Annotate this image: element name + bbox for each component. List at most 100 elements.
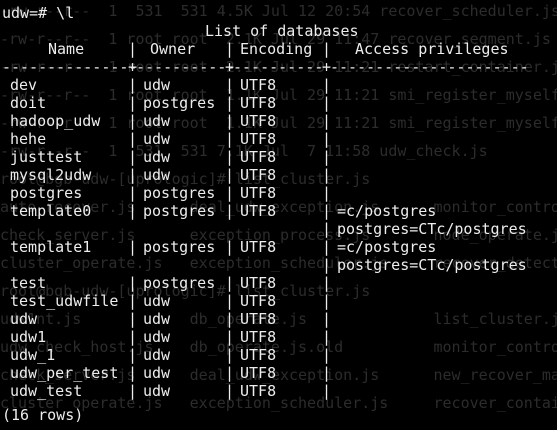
column-separator: | [225, 166, 235, 184]
column-separator: | [322, 130, 332, 148]
header-encoding: Encoding [240, 40, 313, 58]
column-separator: | [322, 94, 332, 112]
column-separator: | [128, 76, 138, 94]
header-owner: Owner [150, 40, 196, 58]
cell-name: doit [10, 94, 47, 112]
terminal-window[interactable]: -rw-r--r-- 1 531 531 4.5K Jul 12 20:54 r… [0, 0, 557, 430]
cell-owner: udw [143, 148, 171, 166]
cell-owner: udw [143, 364, 171, 382]
cell-owner: postgres [143, 274, 216, 292]
header-row: Name | Owner | Encoding | Access privile… [0, 40, 509, 58]
cell-name: udw_1 [10, 346, 56, 364]
cell-encoding: UTF8 [240, 202, 277, 220]
rule-encoding: ---------- [233, 58, 324, 76]
rule-name: --------------- [2, 58, 138, 76]
column-separator: | [128, 148, 138, 166]
cell-owner: postgres [143, 94, 216, 112]
column-separator: | [322, 382, 332, 400]
cell-owner: udw [143, 292, 171, 310]
cell-owner: postgres [143, 238, 216, 256]
cell-name: justtest [10, 148, 83, 166]
cell-encoding: UTF8 [240, 328, 277, 346]
cell-encoding: UTF8 [240, 112, 277, 130]
column-separator: | [225, 238, 235, 256]
column-separator: | [322, 346, 332, 364]
command-line[interactable]: udw=# \l [0, 4, 74, 22]
cell-owner: postgres [143, 184, 216, 202]
cell-owner: udw [143, 112, 171, 130]
cell-name: template0 [10, 202, 92, 220]
cell-name: test [10, 274, 47, 292]
column-separator: | [225, 346, 235, 364]
cell-name: udw_per_test [10, 364, 119, 382]
column-separator: | [128, 130, 138, 148]
column-separator: | [225, 382, 235, 400]
prompt: udw=# \l [2, 4, 75, 22]
cell-name: hadoop_udw [10, 112, 101, 130]
column-separator: | [322, 76, 332, 94]
cell-encoding: UTF8 [240, 310, 277, 328]
column-separator: | [225, 364, 235, 382]
cell-owner: udw [143, 166, 171, 184]
column-separator: | [225, 184, 235, 202]
cell-name: dev [10, 76, 38, 94]
column-separator: | [322, 310, 332, 328]
cell-owner: postgres [143, 202, 216, 220]
cell-owner: udw [143, 382, 171, 400]
column-separator: | [128, 328, 138, 346]
cell-access: postgres=CTc/postgres [337, 220, 527, 238]
column-separator: | [128, 184, 138, 202]
header-access: Access privileges [355, 40, 509, 58]
cell-owner: udw [143, 130, 171, 148]
cell-encoding: UTF8 [240, 148, 277, 166]
cell-access: postgres=CTc/postgres [337, 256, 527, 274]
cell-name: udw1 [10, 328, 47, 346]
cell-name: template1 [10, 238, 92, 256]
column-separator: | [128, 274, 138, 292]
cell-owner: udw [143, 346, 171, 364]
column-separator: | [225, 40, 235, 58]
column-separator: | [225, 130, 235, 148]
table-title: List of databases [205, 22, 359, 40]
cell-encoding: UTF8 [240, 94, 277, 112]
cell-name: udw_test [10, 382, 83, 400]
column-separator: | [225, 274, 235, 292]
column-separator: | [322, 364, 332, 382]
column-separator: | [128, 112, 138, 130]
cell-access: =c/postgres [337, 238, 437, 256]
cell-name: hehe [10, 130, 47, 148]
rule-owner: ----------- [136, 58, 236, 76]
column-separator: | [322, 184, 332, 202]
row-count: (16 rows) [2, 406, 84, 424]
column-separator: | [322, 202, 332, 220]
column-separator: | [225, 310, 235, 328]
cell-name: mysql2udw [10, 166, 92, 184]
cell-owner: udw [143, 310, 171, 328]
cell-encoding: UTF8 [240, 274, 277, 292]
cell-name: test_udwfile [10, 292, 119, 310]
cell-encoding: UTF8 [240, 382, 277, 400]
rule-access: ---------------------- [330, 58, 529, 76]
cell-name: postgres [10, 184, 83, 202]
table-title-line: List of databases [0, 22, 359, 40]
cell-encoding: UTF8 [240, 76, 277, 94]
cell-owner: udw [143, 76, 171, 94]
column-separator: | [128, 202, 138, 220]
column-separator: | [322, 238, 332, 256]
psql-output: udw=# \l List of databases Name | Owner … [0, 0, 557, 430]
column-separator: | [128, 310, 138, 328]
column-separator: | [322, 166, 332, 184]
cell-encoding: UTF8 [240, 184, 277, 202]
column-separator: | [225, 148, 235, 166]
column-separator: | [322, 292, 332, 310]
footer-line: (16 rows) [0, 406, 83, 424]
column-separator: | [322, 256, 332, 274]
cell-encoding: UTF8 [240, 346, 277, 364]
column-separator: | [225, 112, 235, 130]
cell-encoding: UTF8 [240, 292, 277, 310]
column-separator: | [225, 76, 235, 94]
column-separator: | [128, 292, 138, 310]
cell-name: udw [10, 310, 38, 328]
cell-encoding: UTF8 [240, 238, 277, 256]
column-separator: | [128, 382, 138, 400]
